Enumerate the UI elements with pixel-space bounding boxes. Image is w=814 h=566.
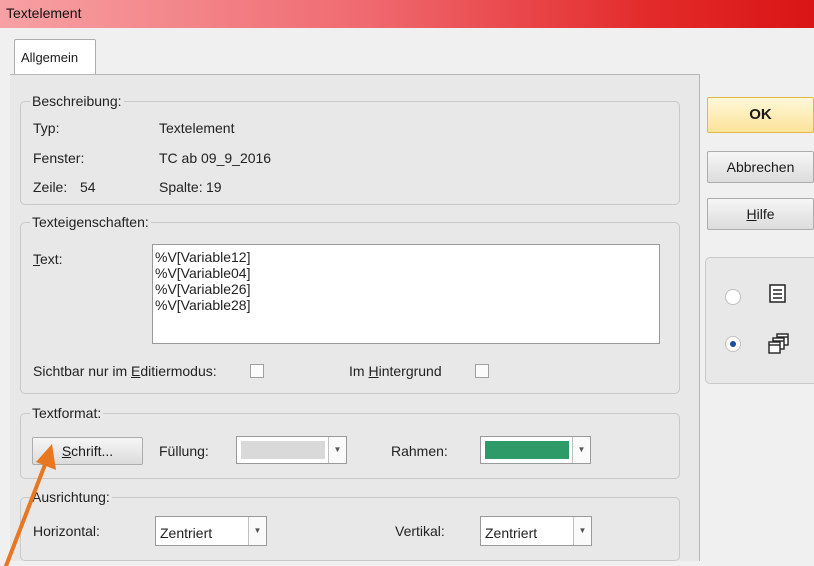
- text-line: %V[Variable26]: [155, 281, 251, 297]
- zeile-value: 54: [80, 179, 96, 195]
- title-bar: Textelement: [0, 0, 814, 28]
- view-option-radio-list[interactable]: [725, 289, 741, 305]
- fenster-value: TC ab 09_9_2016: [159, 150, 272, 166]
- hilfe-accel: H: [746, 206, 757, 222]
- cascade-windows-icon[interactable]: [768, 333, 790, 355]
- hilfe-button[interactable]: Hilfe: [707, 198, 814, 230]
- sichtbar-checkbox[interactable]: [250, 364, 264, 378]
- text-label: Text:: [33, 251, 63, 267]
- tab-allgemein-label: Allgemein: [21, 50, 79, 65]
- vertikal-label: Vertikal:: [395, 523, 445, 539]
- spalte-label: Spalte:: [159, 179, 203, 195]
- fuellung-color-dropdown[interactable]: ▼: [236, 436, 347, 464]
- text-line: %V[Variable04]: [155, 265, 251, 281]
- chevron-down-icon: ▼: [248, 517, 266, 545]
- sichtbar-accel: E: [131, 363, 141, 379]
- sichtbar-label: Sichtbar nur im Editiermodus:: [33, 363, 217, 379]
- sichtbar-pre: Sichtbar nur im: [33, 363, 132, 379]
- annotation-arrow: [4, 444, 56, 566]
- horizontal-value: Zentriert: [160, 525, 213, 541]
- fenster-label: Fenster:: [33, 150, 85, 166]
- hintergrund-pre: Im: [349, 363, 369, 379]
- text-input[interactable]: %V[Variable12] %V[Variable04] %V[Variabl…: [152, 244, 660, 344]
- view-option-radio-cascade[interactable]: [725, 336, 741, 352]
- rahmen-label: Rahmen:: [391, 443, 448, 459]
- chevron-down-icon: ▼: [572, 437, 590, 463]
- text-label-rest: ext:: [40, 251, 63, 267]
- typ-value: Textelement: [159, 120, 235, 136]
- vertikal-value: Zentriert: [485, 525, 538, 541]
- hintergrund-label: Im Hintergrund: [349, 363, 442, 379]
- horizontal-dropdown[interactable]: Zentriert ▼: [155, 516, 267, 546]
- textformat-legend: Textformat:: [30, 405, 104, 421]
- vertikal-dropdown[interactable]: Zentriert ▼: [480, 516, 592, 546]
- text-line: %V[Variable12]: [155, 249, 251, 265]
- hintergrund-accel: H: [368, 363, 379, 379]
- ok-button[interactable]: OK: [707, 97, 814, 133]
- view-options-panel: [705, 257, 814, 384]
- abbrechen-button[interactable]: Abbrechen: [707, 151, 814, 183]
- chevron-down-icon: ▼: [573, 517, 591, 545]
- text-label-accel: T: [33, 251, 40, 267]
- list-view-icon[interactable]: [768, 283, 788, 305]
- schrift-rest: chrift...: [71, 443, 114, 459]
- tab-allgemein[interactable]: Allgemein: [14, 39, 96, 75]
- beschreibung-legend: Beschreibung:: [30, 93, 124, 109]
- rahmen-color-dropdown[interactable]: ▼: [480, 436, 591, 464]
- spalte-value: 19: [206, 179, 222, 195]
- hilfe-rest: ilfe: [756, 206, 775, 222]
- chevron-down-icon: ▼: [328, 437, 346, 463]
- group-beschreibung: [20, 101, 680, 205]
- hintergrund-post: intergrund: [378, 363, 442, 379]
- hintergrund-checkbox[interactable]: [475, 364, 489, 378]
- text-line: %V[Variable28]: [155, 297, 251, 313]
- window-title: Textelement: [6, 5, 82, 21]
- zeile-label: Zeile:: [33, 179, 68, 195]
- sichtbar-post: ditiermodus:: [140, 363, 217, 379]
- fuellung-label: Füllung:: [159, 443, 209, 459]
- texteigenschaften-legend: Texteigenschaften:: [30, 214, 151, 230]
- rahmen-swatch: [485, 441, 569, 459]
- fuellung-swatch: [241, 441, 325, 459]
- typ-label: Typ:: [33, 120, 60, 136]
